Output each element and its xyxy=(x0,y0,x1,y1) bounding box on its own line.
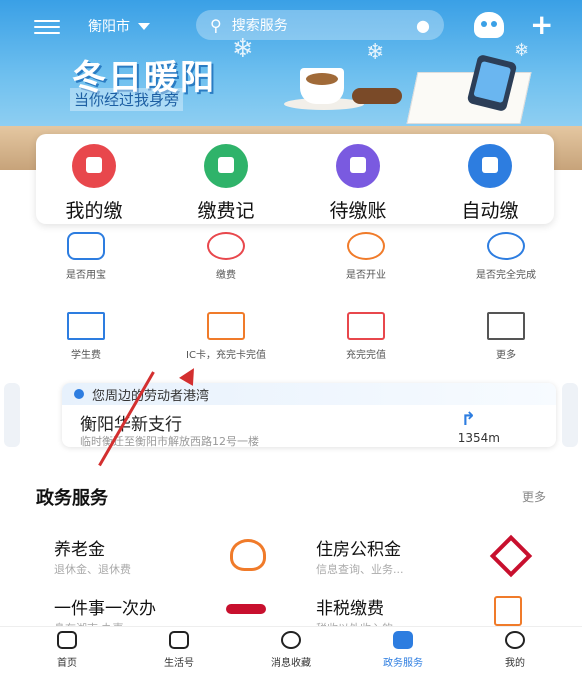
tab-home[interactable]: 首页 xyxy=(22,631,112,669)
yuan-icon xyxy=(207,232,245,260)
location-pin-icon xyxy=(74,389,84,399)
outlet-distance: 1354m xyxy=(457,431,500,445)
service-item[interactable]: 更多 xyxy=(446,312,566,362)
bottom-tab-bar: 首页 生活号 消息收藏 政务服务 我的 xyxy=(0,626,582,674)
auto-pay-icon xyxy=(468,144,512,188)
payment-icon xyxy=(72,144,116,188)
service-label: 是否开业 xyxy=(346,270,386,281)
gov-item-name: 住房公积金 xyxy=(316,540,401,560)
gov-services-more-link[interactable]: 更多 xyxy=(522,488,546,505)
profile-icon xyxy=(505,631,525,649)
search-placeholder: 搜索服务 xyxy=(231,18,288,34)
gov-item-name: 非税缴费 xyxy=(316,599,384,619)
service-label: 是否用宝 xyxy=(66,270,106,281)
mascot-icon xyxy=(67,232,105,260)
coffee-cup-illustration xyxy=(300,68,344,104)
nearby-outlet-card[interactable]: 您周边的劳动者港湾 衡阳华新支行 临时衡迁至衡阳市解放西路12号一楼 ↱ 135… xyxy=(62,383,556,448)
assistant-robot-icon[interactable] xyxy=(474,12,504,38)
quick-action-auto-pay[interactable]: 自动缴 xyxy=(440,144,540,223)
carousel-prev-card[interactable] xyxy=(4,383,20,447)
tax-icon xyxy=(494,596,522,626)
quick-action-payment-records[interactable]: 缴费记 xyxy=(176,144,276,223)
gov-item-housing-fund[interactable]: 住房公积金 信息查询、业务... xyxy=(316,534,566,585)
recharge-icon xyxy=(347,312,385,340)
plane-icon xyxy=(347,232,385,260)
tab-gov-services[interactable]: 政务服务 xyxy=(358,631,448,669)
plus-icon[interactable]: + xyxy=(530,8,553,41)
records-icon xyxy=(204,144,248,188)
gov-item-desc: 退休金、退休费 xyxy=(54,563,131,576)
search-bar[interactable]: ⚲ 搜索服务 ● xyxy=(196,10,444,40)
city-label: 衡阳市 xyxy=(88,19,130,35)
service-label: 更多 xyxy=(496,350,516,361)
compass-icon xyxy=(281,631,301,649)
gov-item-desc: 信息查询、业务... xyxy=(316,563,404,576)
tab-label: 政务服务 xyxy=(383,658,423,669)
tab-label: 生活号 xyxy=(164,658,194,669)
menu-icon[interactable] xyxy=(34,20,60,34)
outlet-header-label: 您周边的劳动者港湾 xyxy=(92,388,210,404)
microphone-icon[interactable]: ● xyxy=(416,16,430,35)
city-selector[interactable]: 衡阳市 xyxy=(88,16,150,36)
quick-actions-card: 我的缴 缴费记 待缴账 自动缴 xyxy=(36,134,554,224)
service-label: IC卡，充完卡完值 xyxy=(186,350,266,361)
service-label: 充完完值 xyxy=(346,350,386,361)
quick-action-label: 自动缴 xyxy=(461,200,519,222)
housing-fund-icon xyxy=(489,534,533,578)
service-item[interactable]: IC卡，充完卡完值 xyxy=(166,312,286,362)
quick-action-label: 我的缴 xyxy=(65,200,123,222)
gov-services-icon xyxy=(393,631,413,649)
home-icon xyxy=(57,631,77,649)
tab-label: 我的 xyxy=(505,658,525,669)
gov-services-title: 政务服务 xyxy=(36,488,108,509)
life-icon xyxy=(169,631,189,649)
top-bar: 衡阳市 ⚲ 搜索服务 ● + xyxy=(0,8,582,44)
chevron-down-icon xyxy=(138,22,150,30)
books-icon xyxy=(67,312,105,340)
service-item[interactable]: 缴费 xyxy=(166,232,286,282)
quick-action-pending-bills[interactable]: 待缴账 xyxy=(308,144,408,223)
service-label: 学生费 xyxy=(71,350,101,361)
grid-icon xyxy=(487,312,525,340)
service-item[interactable]: 是否完全完成 xyxy=(446,232,566,282)
bills-icon xyxy=(336,144,380,188)
tab-me[interactable]: 我的 xyxy=(470,631,560,669)
quick-action-my-payment[interactable]: 我的缴 xyxy=(44,144,144,223)
gov-item-pension[interactable]: 养老金 退休金、退休费 xyxy=(54,535,304,585)
one-thing-logo-icon xyxy=(226,604,266,614)
tab-label: 消息收藏 xyxy=(271,658,311,669)
badge-icon xyxy=(487,232,525,260)
service-item[interactable]: 是否开业 xyxy=(306,232,426,282)
service-item[interactable]: 学生费 xyxy=(26,312,146,362)
gov-item-name: 养老金 xyxy=(54,540,105,560)
tab-messages[interactable]: 消息收藏 xyxy=(246,631,336,669)
banner-subtitle: 当你经过我身旁 xyxy=(70,88,184,111)
cookies-illustration xyxy=(352,88,402,104)
service-item[interactable]: 是否用宝 xyxy=(26,232,146,282)
tab-label: 首页 xyxy=(57,658,77,669)
money-bag-icon xyxy=(230,539,266,571)
quick-action-label: 缴费记 xyxy=(197,200,255,222)
ic-card-icon xyxy=(207,312,245,340)
navigate-arrow-icon[interactable]: ↱ xyxy=(461,409,476,430)
service-item[interactable]: 充完完值 xyxy=(306,312,426,362)
quick-action-label: 待缴账 xyxy=(329,200,387,222)
gov-item-name: 一件事一次办 xyxy=(54,599,156,619)
outlet-address: 临时衡迁至衡阳市解放西路12号一楼 xyxy=(80,435,259,448)
search-icon: ⚲ xyxy=(210,15,222,35)
service-label: 是否完全完成 xyxy=(476,270,536,281)
carousel-next-card[interactable] xyxy=(562,383,578,447)
service-label: 缴费 xyxy=(216,270,236,281)
tab-life[interactable]: 生活号 xyxy=(134,631,224,669)
